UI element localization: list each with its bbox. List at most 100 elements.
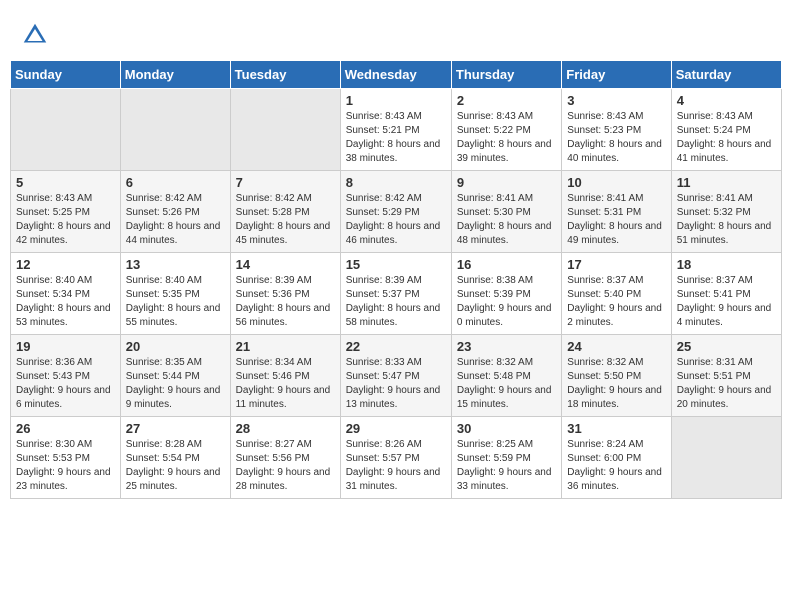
calendar-cell: 25 Sunrise: 8:31 AM Sunset: 5:51 PM Dayli… [671,335,781,417]
day-number: 22 [346,339,446,354]
day-number: 26 [16,421,115,436]
calendar-week-row: 26 Sunrise: 8:30 AM Sunset: 5:53 PM Dayli… [11,417,782,499]
calendar-cell: 4 Sunrise: 8:43 AM Sunset: 5:24 PM Daylig… [671,89,781,171]
day-number: 18 [677,257,776,272]
day-info: Sunrise: 8:40 AM Sunset: 5:35 PM Dayligh… [126,274,225,330]
calendar-week-row: 12 Sunrise: 8:40 AM Sunset: 5:34 PM Dayli… [11,253,782,335]
day-number: 25 [677,339,776,354]
calendar-cell: 20 Sunrise: 8:35 AM Sunset: 5:44 PM Dayli… [120,335,230,417]
calendar-cell: 10 Sunrise: 8:41 AM Sunset: 5:31 PM Dayli… [562,171,671,253]
logo [20,20,54,50]
calendar-cell: 15Sunrise: 8:39 AM Sunset: 5:37 PM Dayli… [340,253,451,335]
day-of-week-header: Friday [562,61,671,89]
calendar-cell: 24 Sunrise: 8:32 AM Sunset: 5:50 PM Dayli… [562,335,671,417]
day-number: 14 [236,257,335,272]
day-info: Sunrise: 8:43 AM Sunset: 5:22 PM Dayligh… [457,110,556,166]
day-number: 24 [567,339,665,354]
day-info: Sunrise: 8:37 AM Sunset: 5:41 PM Dayligh… [677,274,776,330]
calendar-week-row: 19Sunrise: 8:36 AM Sunset: 5:43 PM Dayli… [11,335,782,417]
calendar-cell: 17 Sunrise: 8:37 AM Sunset: 5:40 PM Dayli… [562,253,671,335]
day-of-week-header: Thursday [451,61,561,89]
day-number: 10 [567,175,665,190]
day-info: Sunrise: 8:35 AM Sunset: 5:44 PM Dayligh… [126,356,225,412]
calendar-week-row: 5 Sunrise: 8:43 AM Sunset: 5:25 PM Daylig… [11,171,782,253]
day-of-week-header: Saturday [671,61,781,89]
day-info: Sunrise: 8:24 AM Sunset: 6:00 PM Dayligh… [567,438,665,494]
calendar-cell: 12 Sunrise: 8:40 AM Sunset: 5:34 PM Dayli… [11,253,121,335]
calendar-cell: 2 Sunrise: 8:43 AM Sunset: 5:22 PM Daylig… [451,89,561,171]
day-number: 27 [126,421,225,436]
day-number: 9 [457,175,556,190]
day-number: 4 [677,93,776,108]
calendar-cell [230,89,340,171]
day-number: 16 [457,257,556,272]
calendar-cell: 14 Sunrise: 8:39 AM Sunset: 5:36 PM Dayli… [230,253,340,335]
day-info: Sunrise: 8:43 AM Sunset: 5:25 PM Dayligh… [16,192,115,248]
day-of-week-header: Tuesday [230,61,340,89]
day-number: 29 [346,421,446,436]
day-number: 31 [567,421,665,436]
day-number: 21 [236,339,335,354]
day-info: Sunrise: 8:25 AM Sunset: 5:59 PM Dayligh… [457,438,556,494]
day-info: Sunrise: 8:41 AM Sunset: 5:32 PM Dayligh… [677,192,776,248]
day-number: 28 [236,421,335,436]
day-info: Sunrise: 8:42 AM Sunset: 5:29 PM Dayligh… [346,192,446,248]
calendar-cell: 28Sunrise: 8:27 AM Sunset: 5:56 PM Dayli… [230,417,340,499]
calendar-cell [671,417,781,499]
day-number: 2 [457,93,556,108]
calendar-cell: 6Sunrise: 8:42 AM Sunset: 5:26 PM Daylig… [120,171,230,253]
day-info: Sunrise: 8:33 AM Sunset: 5:47 PM Dayligh… [346,356,446,412]
calendar-cell: 29 Sunrise: 8:26 AM Sunset: 5:57 PM Dayli… [340,417,451,499]
day-info: Sunrise: 8:30 AM Sunset: 5:53 PM Dayligh… [16,438,115,494]
day-info: Sunrise: 8:28 AM Sunset: 5:54 PM Dayligh… [126,438,225,494]
day-number: 30 [457,421,556,436]
day-info: Sunrise: 8:43 AM Sunset: 5:21 PM Dayligh… [346,110,446,166]
calendar-cell [11,89,121,171]
calendar-cell: 23Sunrise: 8:32 AM Sunset: 5:48 PM Dayli… [451,335,561,417]
calendar-cell: 16 Sunrise: 8:38 AM Sunset: 5:39 PM Dayli… [451,253,561,335]
day-number: 3 [567,93,665,108]
calendar-cell: 11 Sunrise: 8:41 AM Sunset: 5:32 PM Dayli… [671,171,781,253]
day-number: 17 [567,257,665,272]
calendar-cell [120,89,230,171]
calendar-cell: 30 Sunrise: 8:25 AM Sunset: 5:59 PM Dayli… [451,417,561,499]
calendar-cell: 13 Sunrise: 8:40 AM Sunset: 5:35 PM Dayli… [120,253,230,335]
day-number: 23 [457,339,556,354]
calendar-cell: 19Sunrise: 8:36 AM Sunset: 5:43 PM Dayli… [11,335,121,417]
calendar-cell: 27 Sunrise: 8:28 AM Sunset: 5:54 PM Dayli… [120,417,230,499]
day-info: Sunrise: 8:37 AM Sunset: 5:40 PM Dayligh… [567,274,665,330]
day-info: Sunrise: 8:31 AM Sunset: 5:51 PM Dayligh… [677,356,776,412]
calendar-cell: 8 Sunrise: 8:42 AM Sunset: 5:29 PM Daylig… [340,171,451,253]
day-info: Sunrise: 8:41 AM Sunset: 5:30 PM Dayligh… [457,192,556,248]
day-number: 20 [126,339,225,354]
day-info: Sunrise: 8:26 AM Sunset: 5:57 PM Dayligh… [346,438,446,494]
calendar-cell: 1 Sunrise: 8:43 AM Sunset: 5:21 PM Daylig… [340,89,451,171]
calendar-header-row: SundayMondayTuesdayWednesdayThursdayFrid… [11,61,782,89]
day-info: Sunrise: 8:43 AM Sunset: 5:24 PM Dayligh… [677,110,776,166]
calendar-cell: 9 Sunrise: 8:41 AM Sunset: 5:30 PM Daylig… [451,171,561,253]
calendar-table: SundayMondayTuesdayWednesdayThursdayFrid… [10,60,782,499]
day-info: Sunrise: 8:40 AM Sunset: 5:34 PM Dayligh… [16,274,115,330]
page-header [10,10,782,55]
day-number: 8 [346,175,446,190]
day-info: Sunrise: 8:42 AM Sunset: 5:26 PM Dayligh… [126,192,225,248]
day-info: Sunrise: 8:39 AM Sunset: 5:36 PM Dayligh… [236,274,335,330]
calendar-cell: 7Sunrise: 8:42 AM Sunset: 5:28 PM Daylig… [230,171,340,253]
day-number: 11 [677,175,776,190]
day-number: 5 [16,175,115,190]
day-info: Sunrise: 8:41 AM Sunset: 5:31 PM Dayligh… [567,192,665,248]
logo-icon [20,20,50,50]
day-info: Sunrise: 8:32 AM Sunset: 5:50 PM Dayligh… [567,356,665,412]
day-number: 12 [16,257,115,272]
day-info: Sunrise: 8:39 AM Sunset: 5:37 PM Dayligh… [346,274,446,330]
day-info: Sunrise: 8:38 AM Sunset: 5:39 PM Dayligh… [457,274,556,330]
day-info: Sunrise: 8:43 AM Sunset: 5:23 PM Dayligh… [567,110,665,166]
day-info: Sunrise: 8:42 AM Sunset: 5:28 PM Dayligh… [236,192,335,248]
day-of-week-header: Wednesday [340,61,451,89]
calendar-cell: 26 Sunrise: 8:30 AM Sunset: 5:53 PM Dayli… [11,417,121,499]
day-number: 1 [346,93,446,108]
calendar-cell: 3 Sunrise: 8:43 AM Sunset: 5:23 PM Daylig… [562,89,671,171]
day-number: 13 [126,257,225,272]
calendar-cell: 21Sunrise: 8:34 AM Sunset: 5:46 PM Dayli… [230,335,340,417]
day-of-week-header: Sunday [11,61,121,89]
